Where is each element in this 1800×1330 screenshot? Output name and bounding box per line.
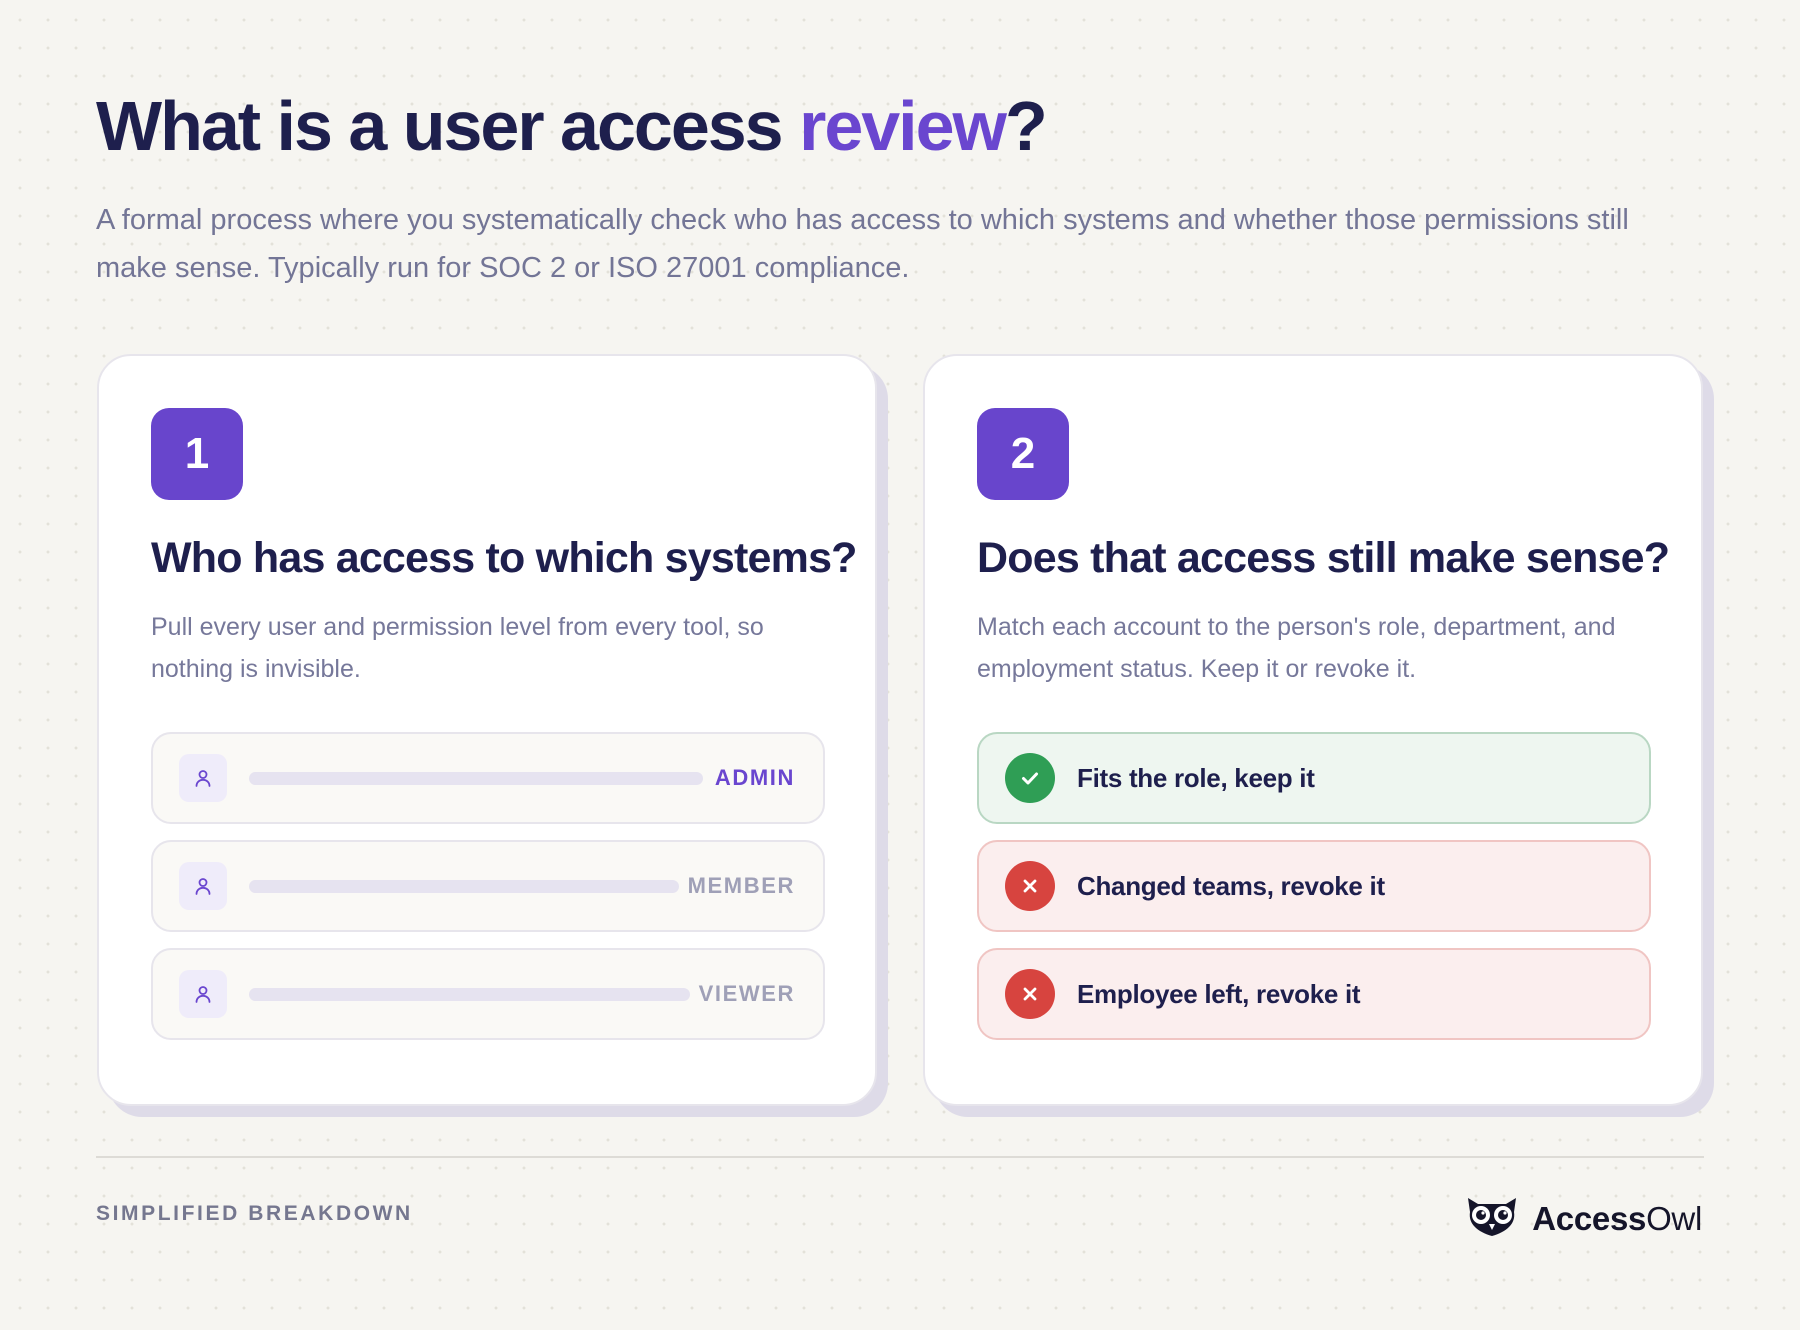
brand-name: AccessOwl	[1532, 1200, 1702, 1238]
user-row-member: MEMBER	[151, 840, 825, 932]
user-row-viewer: VIEWER	[151, 948, 825, 1040]
verdict-label: Fits the role, keep it	[1077, 762, 1315, 793]
brand-logo: AccessOwl	[1464, 1194, 1702, 1243]
user-icon	[179, 970, 227, 1018]
title-main: What is a user access	[96, 87, 800, 165]
verdict-row-revoke: Changed teams, revoke it	[977, 840, 1651, 932]
check-icon	[1005, 753, 1055, 803]
card-description-1: Pull every user and permission level fro…	[151, 613, 764, 683]
card-description-2: Match each account to the person's role,…	[977, 613, 1616, 683]
brand-name-bold: Access	[1532, 1199, 1647, 1237]
title-accent: review	[799, 87, 1007, 165]
verdict-row-keep: Fits the role, keep it	[977, 732, 1651, 824]
user-name-placeholder-bar	[249, 879, 679, 893]
footer-label: SIMPLIFIED BREAKDOWN	[96, 1202, 413, 1225]
owl-logo-icon	[1464, 1194, 1520, 1243]
role-label-admin: ADMIN	[714, 765, 795, 790]
brand-name-light: Owl	[1646, 1199, 1702, 1237]
user-icon	[179, 862, 227, 910]
verdict-label: Employee left, revoke it	[1077, 978, 1361, 1009]
step-badge-1: 1	[151, 408, 243, 500]
page-title: What is a user access review?	[96, 87, 1048, 165]
verdict-row-revoke: Employee left, revoke it	[977, 948, 1651, 1040]
step-badge-2: 2	[977, 408, 1069, 500]
title-end: ?	[1005, 87, 1048, 165]
step-card-1: 1 Who has access to which systems? Pull …	[97, 354, 877, 1106]
page-subtitle: A formal process where you systematicall…	[96, 204, 1629, 284]
footer-divider	[96, 1156, 1704, 1158]
x-icon	[1005, 969, 1055, 1019]
role-label-member: MEMBER	[687, 873, 795, 898]
user-name-placeholder-bar	[249, 987, 690, 1001]
user-row-admin: ADMIN	[151, 732, 825, 824]
card-title-2: Does that access still make sense?	[977, 534, 1670, 582]
user-icon	[179, 754, 227, 802]
card-title-1: Who has access to which systems?	[151, 534, 857, 582]
step-card-2: 2 Does that access still make sense? Mat…	[923, 354, 1703, 1106]
x-icon	[1005, 861, 1055, 911]
role-label-viewer: VIEWER	[698, 981, 795, 1006]
user-name-placeholder-bar	[249, 771, 703, 785]
verdict-label: Changed teams, revoke it	[1077, 870, 1385, 901]
